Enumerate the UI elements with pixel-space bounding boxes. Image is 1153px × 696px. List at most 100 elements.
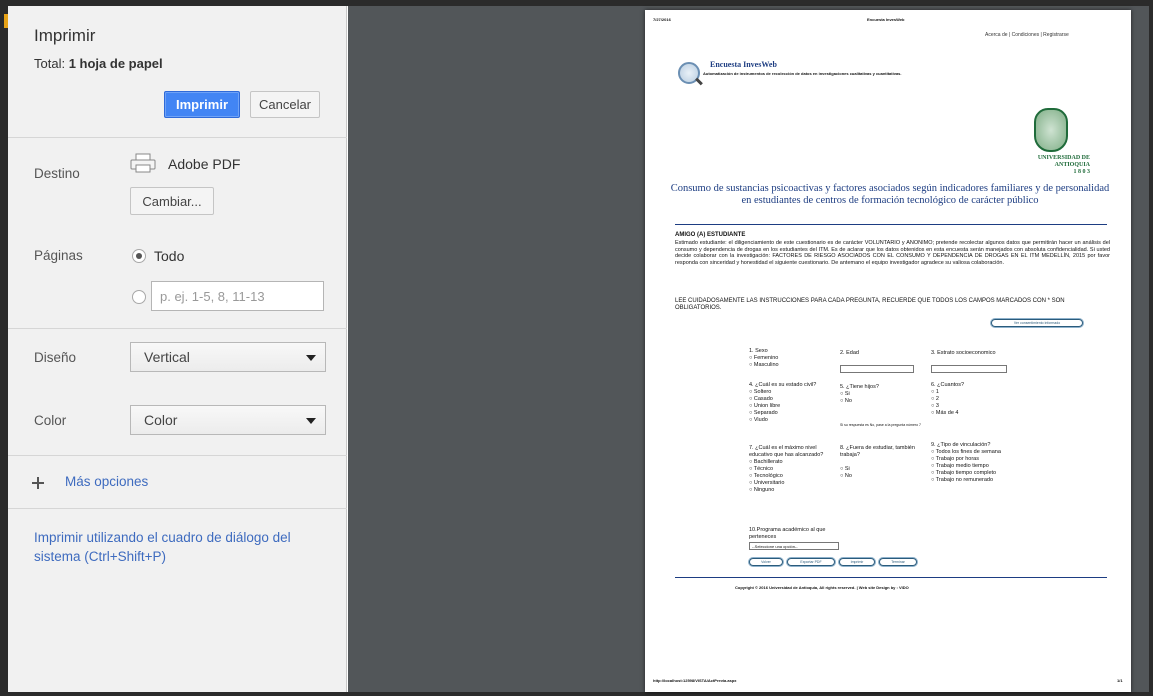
- question-2: 2. Edad: [840, 350, 859, 356]
- option: ○ Trabajo tiempo completo: [931, 470, 997, 476]
- stratum-input: [931, 365, 1007, 373]
- option: ○ Ninguno: [749, 487, 775, 493]
- age-input: [840, 365, 914, 373]
- option: ○ Bachillerato: [749, 459, 783, 465]
- option: ○ Viudo: [749, 417, 768, 423]
- color-label: Color: [34, 413, 67, 428]
- question-label: 8. ¿Fuera de estudiar, también trabaja?: [840, 445, 915, 458]
- question-10: 10.Programa académico al que perteneces: [749, 527, 839, 541]
- option: ○ No: [840, 473, 852, 479]
- option: ○ Si: [840, 391, 850, 397]
- option: ○ Union libre: [749, 403, 781, 409]
- option: ○ Trabajo no remunerado: [931, 477, 994, 483]
- option: ○ 1: [931, 389, 939, 395]
- total-label: Total:: [34, 56, 66, 71]
- option: ○ Soltero: [749, 389, 772, 395]
- question-5: 5. ¿Tiene hijos? ○ Si ○ No: [840, 384, 925, 405]
- option: ○ Si: [840, 466, 850, 472]
- question-label: 10.Programa académico al que perteneces: [749, 527, 826, 540]
- cancel-button[interactable]: Cancelar: [250, 91, 320, 118]
- option: ○ Separado: [749, 410, 778, 416]
- page-footer-url: http://localhost:12598/VISTA/ActPrevia.a…: [653, 678, 737, 683]
- back-button: Volver: [749, 558, 783, 566]
- site-brand-subtitle: Automatización de instrumentos de recole…: [703, 71, 902, 76]
- system-dialog-link[interactable]: Imprimir utilizando el cuadro de diálogo…: [34, 528, 314, 566]
- chevron-down-icon: [306, 418, 316, 424]
- question-7: 7. ¿Cuál es el máximo nivel educativo qu…: [749, 445, 839, 494]
- option: ○ Trabajo por horas: [931, 456, 979, 462]
- program-select: --Seleccione una opción--: [749, 542, 839, 550]
- destination-label: Destino: [34, 166, 80, 181]
- site-nav: Acerca de | Condiciones | Registrarse: [985, 32, 1069, 38]
- consent-button: Ver consentimiento informado: [991, 319, 1083, 327]
- printer-icon: [130, 153, 156, 173]
- pages-all-label: Todo: [154, 248, 185, 264]
- change-destination-button[interactable]: Cambiar...: [130, 187, 214, 215]
- question-label: 6. ¿Cuantos?: [931, 382, 965, 388]
- page-range-input[interactable]: p. ej. 1-5, 8, 11-13: [151, 281, 324, 311]
- layout-select[interactable]: Vertical: [130, 342, 326, 372]
- question-1: 1. Sexo ○ Femenino ○ Masculino: [749, 348, 839, 369]
- preview-page: 7/27/2016 Encuesta InvesWeb Acerca de | …: [645, 10, 1131, 692]
- option: ○ Femenino: [749, 355, 779, 361]
- question-label: 4. ¿Cuál es su estado civil?: [749, 382, 817, 388]
- option: ○ 3: [931, 403, 939, 409]
- site-brand: Encuesta InvesWeb: [710, 60, 777, 69]
- greeting: AMIGO (A) ESTUDIANTE: [675, 232, 746, 238]
- pages-label: Páginas: [34, 248, 83, 263]
- total-value: 1 hoja de papel: [68, 56, 163, 71]
- university-seal-icon: [1034, 108, 1068, 152]
- question-5-note: Si su respuesta es No, pase a la pregunt…: [840, 423, 921, 427]
- sidebar-header: Imprimir Total: 1 hoja de papel Imprimir…: [8, 6, 347, 138]
- footer-rule: [675, 577, 1107, 578]
- print-button[interactable]: Imprimir: [164, 91, 240, 118]
- title-rule: [675, 224, 1107, 225]
- more-options-link[interactable]: Más opciones: [65, 474, 148, 489]
- section-divider: [8, 508, 347, 509]
- sheet-total: Total: 1 hoja de papel: [34, 56, 163, 71]
- question-label: 5. ¿Tiene hijos?: [840, 384, 879, 390]
- finish-button: Terminar: [879, 558, 917, 566]
- option: ○ No: [840, 398, 852, 404]
- color-select[interactable]: Color: [130, 405, 326, 435]
- option: ○ Tecnológico: [749, 473, 783, 479]
- window-frame-left: [0, 0, 8, 696]
- copyright: Copyright © 2016 Universidad de Antioqui…: [735, 585, 909, 590]
- option: ○ Todos los fines de semana: [931, 449, 1001, 455]
- print-dialog: Imprimir Total: 1 hoja de papel Imprimir…: [0, 0, 1153, 696]
- study-title: Consumo de sustancias psicoactivas y fac…: [670, 183, 1110, 206]
- question-label: 9. ¿Tipo de vinculación?: [931, 442, 991, 448]
- option: ○ Más de 4: [931, 410, 959, 416]
- color-value: Color: [144, 412, 178, 428]
- question-9: 9. ¿Tipo de vinculación? ○ Todos los fin…: [931, 442, 1023, 484]
- plus-icon[interactable]: [32, 476, 46, 490]
- magnifier-logo-icon: [678, 62, 700, 84]
- question-3: 3. Estrato socioeconomico: [931, 350, 996, 356]
- window-frame-bottom: [0, 692, 1153, 696]
- export-pdf-button: Exportar PDF: [787, 558, 835, 566]
- print-settings-sidebar: Imprimir Total: 1 hoja de papel Imprimir…: [8, 6, 347, 692]
- university-name: UNIVERSIDAD DE ANTIOQUIA 1 8 0 3: [1020, 155, 1090, 176]
- section-divider: [8, 455, 347, 456]
- option: ○ Técnico: [749, 466, 774, 472]
- pages-range-radio[interactable]: [132, 290, 146, 304]
- page-header-date: 7/27/2016: [653, 17, 671, 22]
- chevron-down-icon: [306, 355, 316, 361]
- university-year: 1 8 0 3: [1073, 169, 1091, 175]
- window-frame-right: [1149, 0, 1153, 696]
- layout-value: Vertical: [144, 349, 190, 365]
- print-preview-area[interactable]: 7/27/2016 Encuesta InvesWeb Acerca de | …: [348, 6, 1149, 692]
- question-8: 8. ¿Fuera de estudiar, también trabaja? …: [840, 445, 925, 480]
- option: ○ Trabajo medio tiempo: [931, 463, 989, 469]
- question-6: 6. ¿Cuantos? ○ 1 ○ 2 ○ 3 ○ Más de 4: [931, 382, 1021, 417]
- option: ○ Masculino: [749, 362, 779, 368]
- instructions: LEE CUIDADOSAMENTE LAS INSTRUCCIONES PAR…: [675, 298, 1065, 311]
- section-divider: [8, 328, 347, 329]
- option: ○ Casado: [749, 396, 773, 402]
- question-4: 4. ¿Cuál es su estado civil? ○ Soltero ○…: [749, 382, 839, 424]
- dialog-title: Imprimir: [34, 26, 96, 45]
- university-name-text: UNIVERSIDAD DE ANTIOQUIA: [1037, 155, 1090, 168]
- question-label: 7. ¿Cuál es el máximo nivel educativo qu…: [749, 445, 824, 458]
- pages-all-radio[interactable]: [132, 249, 146, 263]
- page-header-title: Encuesta InvesWeb: [867, 17, 905, 22]
